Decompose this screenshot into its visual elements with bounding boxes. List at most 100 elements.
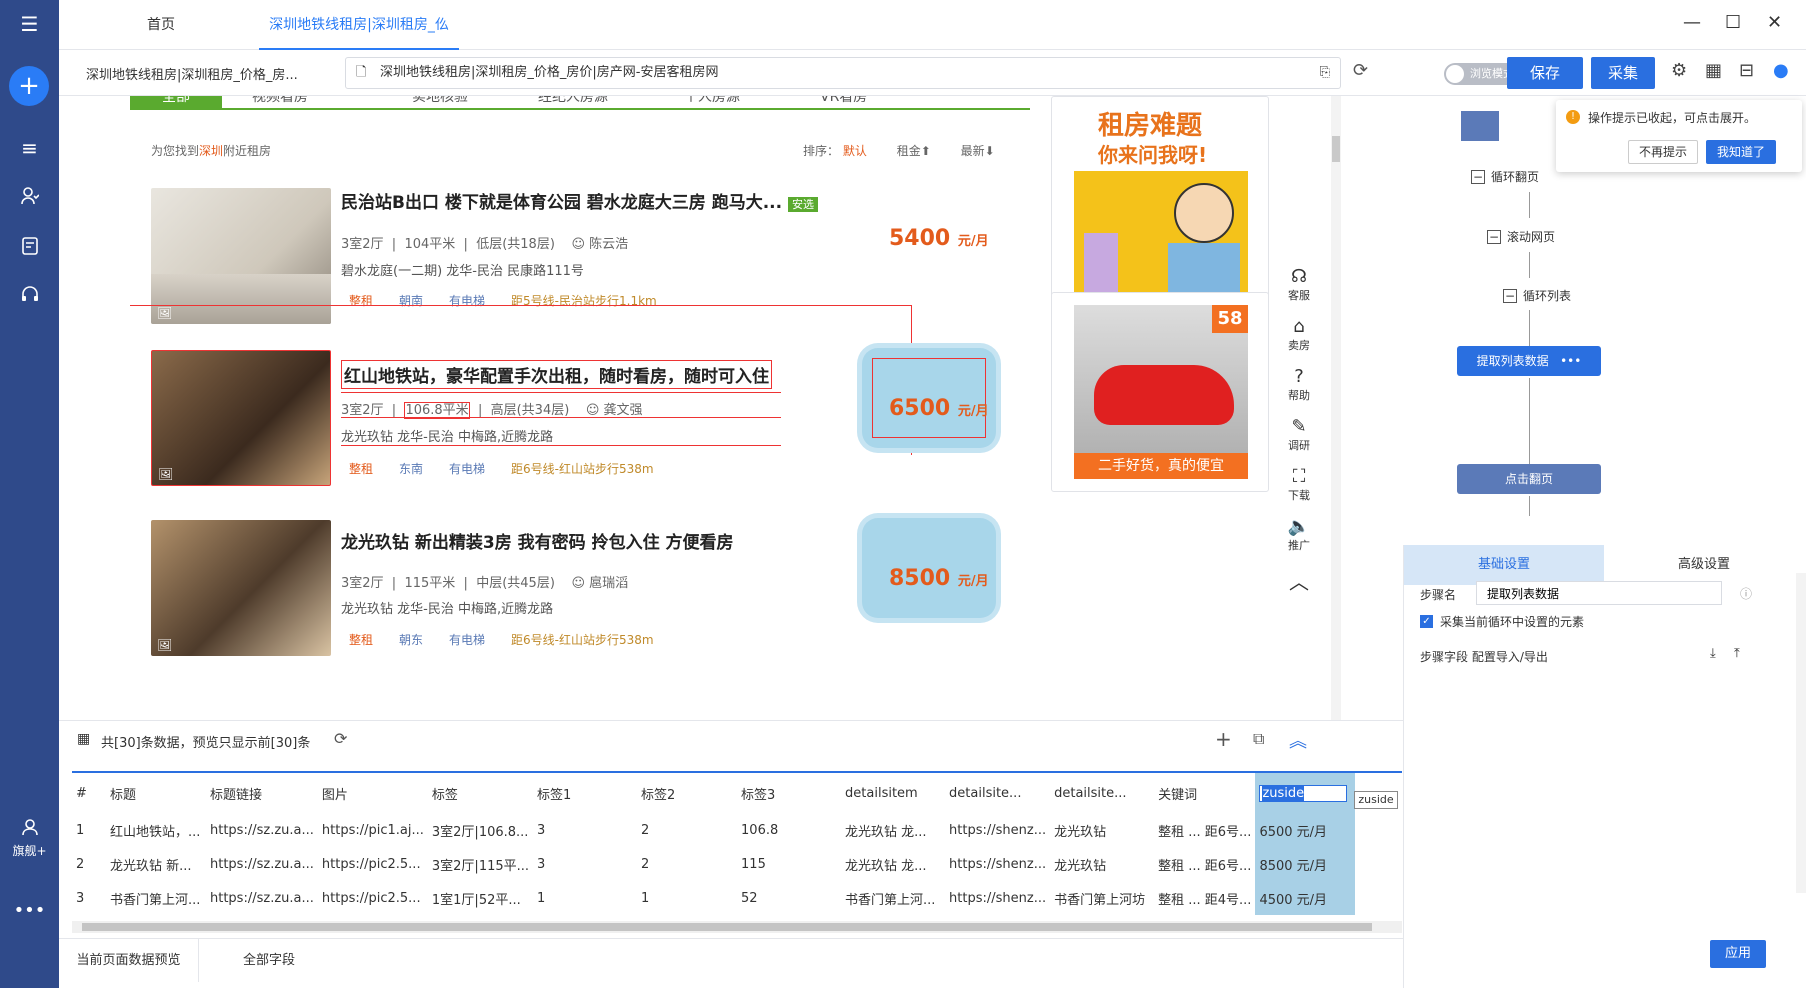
tips-ok-button[interactable]: 我知道了 [1706, 140, 1776, 164]
collect-button[interactable]: 采集 [1591, 57, 1655, 89]
layout-icon[interactable]: ⊟ [1739, 60, 1754, 81]
sort-latest[interactable]: 最新⬇ [961, 144, 995, 158]
ad-banner-rent[interactable]: 租房难题 你来问我呀! [1051, 96, 1269, 302]
maximize-icon[interactable]: ☐ [1725, 12, 1741, 33]
column-header-editing[interactable]: zuside [1255, 773, 1356, 813]
column-header[interactable]: detailsitem [841, 773, 945, 813]
column-header[interactable]: 关键词 [1154, 773, 1255, 813]
refresh-icon[interactable]: ⟳ [334, 729, 347, 748]
table-row[interactable]: 2 龙光玖钻 新... https://sz.zu.a... https://pic2… [72, 847, 1356, 881]
url-field[interactable]: 🗋 深圳地铁线租房|深圳租房_价格_房价|房产网-安居客租房网 ⎘ [345, 57, 1341, 89]
flow-click-page-node[interactable]: 点击翻页 [1457, 464, 1601, 494]
flow-start-node[interactable] [1461, 111, 1499, 141]
tab-current-page-data[interactable]: 当前页面数据预览 [59, 939, 199, 982]
export-icon[interactable]: ⤒ [1734, 646, 1740, 661]
image-icon: 🖼 [158, 467, 174, 481]
collapse-icon[interactable]: ︽ [1289, 727, 1307, 753]
new-task-button[interactable]: + [9, 66, 49, 106]
filter-tab-all[interactable]: 全部 [130, 96, 222, 108]
bulb-icon[interactable]: ● [1773, 60, 1789, 81]
listing-image[interactable]: 🖼 [151, 520, 331, 656]
flow-extract-list-node[interactable]: 提取列表数据 ••• [1457, 346, 1601, 376]
horizontal-scrollbar[interactable] [72, 921, 1402, 933]
add-field-icon[interactable]: + [1215, 727, 1232, 751]
filter-tab-vr[interactable]: VR看房 [820, 96, 867, 106]
tab-home[interactable]: 首页 [147, 0, 247, 50]
sort-default[interactable]: 默认 [843, 144, 867, 158]
page-scrollbar[interactable] [1331, 96, 1341, 720]
table-row[interactable]: 1 红山地铁站，... https://sz.zu.a... https://pic1… [72, 813, 1356, 847]
listing-image[interactable]: 🖼 [151, 350, 331, 486]
column-header[interactable]: 图片 [318, 773, 428, 813]
apply-button[interactable]: 应用 [1710, 940, 1766, 968]
flow-loop-list[interactable]: − 循环列表 [1503, 287, 1571, 304]
ad-banner-car[interactable]: 58 二手好货，真的便宜 [1051, 292, 1269, 492]
tab-advanced-settings[interactable]: 高级设置 [1604, 545, 1804, 585]
service-tool[interactable]: ☊ 客服 [1281, 266, 1317, 303]
close-icon[interactable]: ✕ [1767, 12, 1782, 33]
more-icon[interactable]: ••• [0, 900, 59, 921]
listing-price: 6500 元/月 [889, 396, 989, 421]
users-icon[interactable] [0, 186, 59, 210]
collect-current-checkbox[interactable]: ✓ [1420, 615, 1433, 628]
listing-title[interactable]: 红山地铁站，豪华配置手次出租，随时看房，随时可入住 [341, 360, 772, 389]
tab-current-page[interactable]: 深圳地铁线租房|深圳租房_仫 [259, 0, 459, 50]
document-icon[interactable] [0, 236, 59, 260]
user-icon[interactable] [0, 816, 59, 840]
import-icon[interactable]: ⤓ [1710, 646, 1716, 661]
filter-tabs: 全部 视频看房 实地核验 经纪人房源 个人房源 VR看房 [130, 96, 1030, 110]
listing-address[interactable]: 龙光玖钻 龙华-民治 中梅路,近腾龙路 [341, 598, 553, 617]
survey-tool[interactable]: ✎ 调研 [1281, 416, 1317, 453]
verified-badge: 安选 [788, 197, 819, 212]
tips-text: 操作提示已收起，可点击展开。 [1588, 111, 1757, 125]
column-header[interactable]: 标签 [428, 773, 533, 813]
filter-tab-verified[interactable]: 实地核验 [412, 96, 468, 106]
save-button[interactable]: 保存 [1507, 57, 1583, 89]
back-to-top-icon[interactable]: ︿ [1281, 566, 1317, 595]
tab-basic-settings[interactable]: 基础设置 [1404, 545, 1604, 585]
data-preview-panel: ▦ 共[30]条数据，预览只显示前[30]条 ⟳ + ⧉ ︽ # 标题 标题链接… [59, 720, 1403, 988]
tips-dismiss-button[interactable]: 不再提示 [1628, 140, 1698, 164]
column-header[interactable]: 标题链接 [206, 773, 318, 813]
column-header[interactable]: detailsite... [1050, 773, 1154, 813]
column-header[interactable]: 标签2 [637, 773, 737, 813]
help-tool[interactable]: ? 帮助 [1281, 366, 1317, 403]
list-icon[interactable]: ≡ [0, 136, 59, 160]
flow-loop-page[interactable]: − 循环翻页 [1471, 168, 1539, 185]
column-header[interactable]: 标题 [106, 773, 206, 813]
selection-underline [341, 417, 781, 418]
minimize-icon[interactable]: — [1683, 12, 1701, 33]
filter-tab-agent[interactable]: 经纪人房源 [538, 96, 608, 106]
settings-scrollbar[interactable] [1796, 573, 1806, 893]
step-name-input[interactable] [1476, 581, 1722, 605]
listing-title[interactable]: 民治站B出口 楼下就是体育公园 碧水龙庭大三房 跑马大... 安选 [341, 188, 819, 213]
listing-title[interactable]: 龙光玖钻 新出精装3房 我有密码 拎包入住 方便看房 [341, 528, 734, 553]
table-row[interactable]: 3 书香门第上河... https://sz.zu.a... https://pic2… [72, 881, 1356, 915]
page-title: 深圳地铁线租房|深圳租房_价格_房... [86, 68, 298, 83]
refresh-icon[interactable]: ⟳ [1353, 60, 1368, 81]
listing-meta: 3室2厅 | 115平米 | 中层(共45层) ☺ 扈瑞滔 [341, 576, 629, 591]
listing-address[interactable]: 龙光玖钻 龙华-民治 中梅路,近腾龙路 [341, 426, 553, 445]
column-header[interactable]: detailsite... [945, 773, 1050, 813]
gear-icon[interactable]: ⚙ [1671, 60, 1687, 81]
listing-image[interactable]: 🖼 [151, 188, 331, 324]
tab-all-fields[interactable]: 全部字段 [199, 939, 339, 982]
found-text: 为您找到深圳附近租房 [151, 144, 272, 158]
promote-tool[interactable]: 🔈 推广 [1281, 516, 1317, 553]
sell-tool[interactable]: ⌂ 卖房 [1281, 316, 1317, 353]
copy-icon[interactable]: ⧉ [1253, 729, 1264, 749]
column-header[interactable]: 标签3 [737, 773, 841, 813]
flow-scroll-page[interactable]: − 滚动网页 [1487, 228, 1555, 245]
left-sidebar: ☰ + ≡ 旗舰+ ••• [0, 0, 59, 988]
menu-toggle-icon[interactable]: ☰ [0, 12, 59, 36]
page-action-icon[interactable]: ⎘ [1320, 58, 1330, 88]
column-header[interactable]: 标签1 [533, 773, 637, 813]
listing-address[interactable]: 碧水龙庭(一二期) 龙华-民治 民康路111号 [341, 260, 584, 279]
preview-summary: 共[30]条数据，预览只显示前[30]条 [101, 736, 311, 751]
headset-icon[interactable] [0, 284, 59, 308]
download-tool[interactable]: ⛶ 下载 [1281, 466, 1317, 503]
grid-icon[interactable]: ▦ [1705, 60, 1722, 81]
filter-tab-personal[interactable]: 个人房源 [684, 96, 740, 106]
sort-rent[interactable]: 租金⬆ [897, 144, 931, 158]
filter-tab-video[interactable]: 视频看房 [252, 96, 308, 106]
